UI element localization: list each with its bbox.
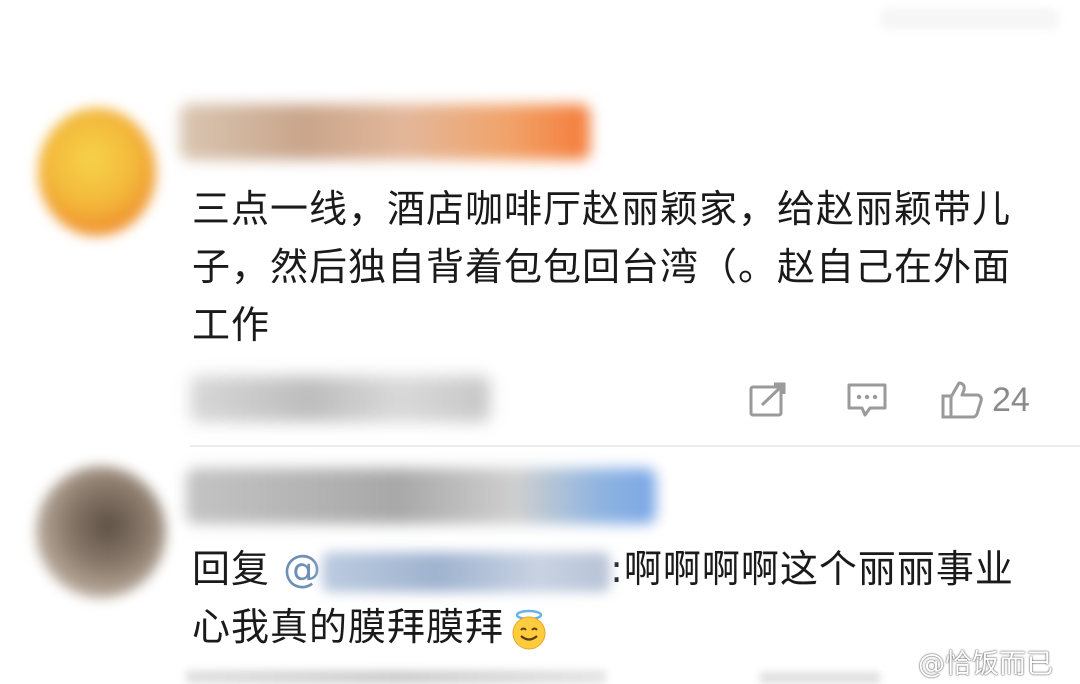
comment-actions: 24 [0, 374, 1080, 426]
like-count: 24 [992, 380, 1030, 419]
watermark-text: @恰饭而已 [918, 648, 1053, 680]
watermark: @恰饭而已 [876, 643, 1053, 680]
reply-prefix: 回复 [192, 547, 271, 591]
smiling-face-with-halo-emoji [508, 609, 550, 651]
divider [190, 445, 1080, 447]
mention-username-blurred[interactable] [322, 551, 611, 592]
weibo-logo-icon [876, 643, 912, 680]
username-blurred[interactable] [180, 104, 590, 160]
comment-button[interactable] [846, 380, 888, 420]
top-status-ghost [880, 8, 1060, 30]
cropped-next-item [760, 672, 880, 684]
comment-icon [846, 381, 888, 419]
avatar[interactable] [36, 466, 166, 598]
reply-text-block: 回复 @:啊啊啊啊这个丽丽事业心我真的膜拜膜拜 [192, 540, 1032, 656]
share-icon [748, 381, 790, 419]
share-button[interactable] [748, 380, 790, 420]
comment-text: 三点一线，酒店咖啡厅赵丽颖家，给赵丽颖带儿子，然后独自背着包包回台湾（。赵自己在… [192, 187, 1012, 347]
cropped-next-item [186, 670, 606, 684]
avatar[interactable] [38, 108, 156, 236]
username-blurred[interactable] [186, 468, 656, 524]
mention-at[interactable]: @ [283, 547, 322, 591]
like-button[interactable]: 24 [940, 380, 1030, 420]
thumbs-up-icon [940, 380, 984, 420]
